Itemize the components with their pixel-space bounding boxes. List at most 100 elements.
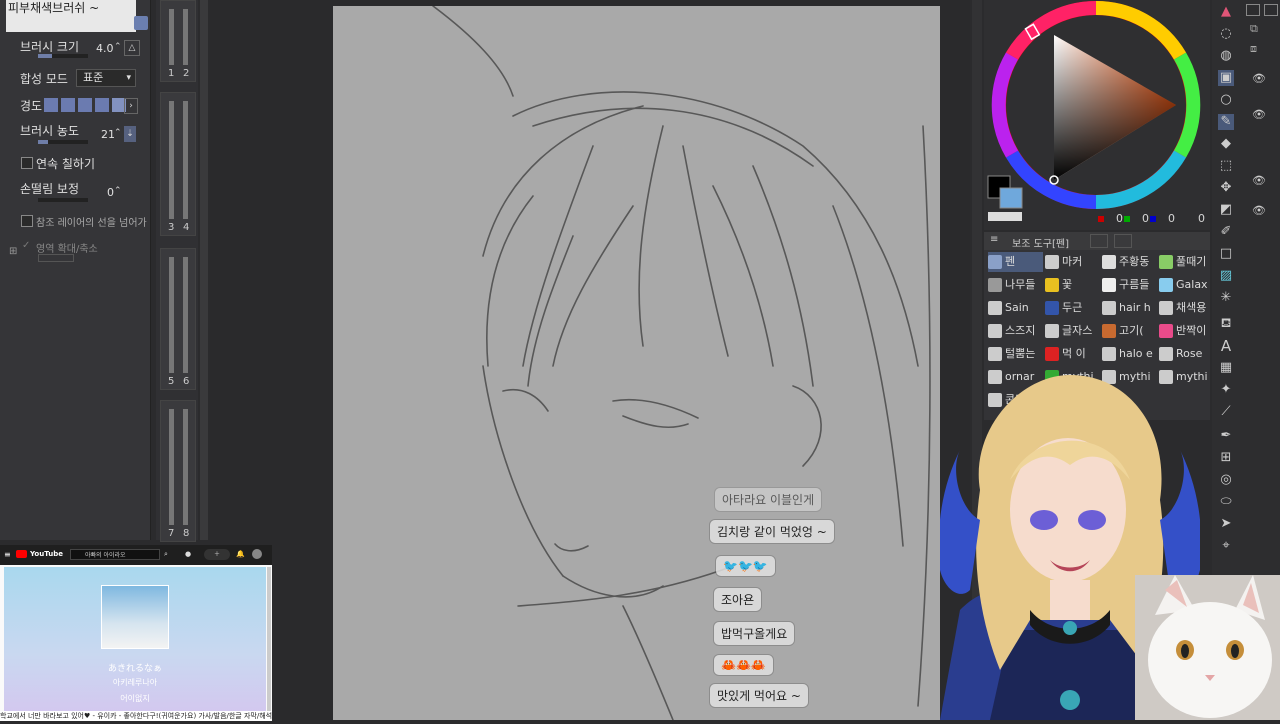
density-spinner-icon[interactable]: ⌃ — [114, 128, 122, 138]
marquee-icon[interactable]: ⬚ — [1218, 158, 1234, 174]
eraser-icon[interactable]: ◆ — [1218, 136, 1234, 152]
image-icon[interactable]: ▨ — [1218, 268, 1234, 284]
ref-layer-checkbox[interactable] — [21, 215, 33, 227]
sub-tool-item[interactable]: 글자스 — [1045, 321, 1100, 341]
sub-tool-item[interactable]: 스즈지 — [988, 321, 1043, 341]
blend-mode-select[interactable]: 표준 ▾ — [76, 69, 136, 87]
sub-tool-item[interactable]: 먹 이 — [1045, 344, 1100, 364]
bucket-icon[interactable]: ▲ — [1218, 4, 1234, 20]
continuous-paint-checkbox[interactable] — [21, 157, 33, 169]
search-icon[interactable]: ⌕ — [164, 550, 168, 559]
sub-tool-item[interactable]: 털뿜는 — [988, 344, 1043, 364]
star-icon[interactable]: ✦ — [1218, 382, 1234, 398]
sub-tool-label: Rose — [1176, 347, 1203, 360]
sub-tool-item[interactable]: 꽃 — [1045, 275, 1100, 295]
canvas-paper[interactable] — [333, 5, 940, 721]
mesh-icon[interactable]: ⊞ — [1218, 450, 1234, 466]
sub-tool-item[interactable]: 두근 — [1045, 298, 1100, 318]
sub-tool-item[interactable]: Galax — [1159, 275, 1214, 295]
layer-option-icon[interactable] — [1246, 4, 1260, 16]
sub-tool-tab[interactable] — [1114, 234, 1132, 248]
sub-tool-item[interactable]: 구름들 — [1102, 275, 1157, 295]
sub-tool-item[interactable]: Rose — [1159, 344, 1214, 364]
sub-tool-item[interactable]: halo e — [1102, 344, 1157, 364]
expand-icon[interactable]: ⊞ — [9, 246, 17, 257]
sub-tool-item[interactable]: 풀때기 — [1159, 252, 1214, 272]
stabilization-spinner-icon[interactable]: ⌃ — [114, 186, 122, 196]
create-button[interactable]: ＋ — [204, 549, 230, 560]
airbrush-icon[interactable]: ⌖ — [1218, 538, 1234, 554]
sub-tool-item[interactable]: 펜 — [988, 252, 1043, 272]
brush-size-cell[interactable]: 3 4 — [160, 92, 196, 236]
eye-icon[interactable]: 👁 — [1252, 204, 1266, 217]
brush-icon[interactable]: ✐ — [1218, 224, 1234, 240]
sub-tool-tab[interactable] — [1090, 234, 1108, 248]
move-icon[interactable]: ✥ — [1218, 180, 1234, 196]
layer-move-icon[interactable]: ▣ — [1218, 70, 1234, 86]
selection-lasso-icon[interactable]: ○ — [1218, 92, 1234, 108]
menu-icon[interactable]: ≡ — [990, 234, 998, 245]
blend-icon[interactable]: ⬭ — [1218, 494, 1234, 510]
layer-option-icon[interactable] — [1264, 4, 1278, 16]
cloud-icon — [1102, 278, 1116, 292]
avatar[interactable] — [252, 549, 262, 559]
sparkle-icon[interactable]: ✳ — [1218, 290, 1234, 306]
globe-icon[interactable]: ◎ — [1218, 472, 1234, 488]
lasso-icon[interactable]: ◌ — [1218, 26, 1234, 42]
sub-tool-item[interactable]: 주황동 — [1102, 252, 1157, 272]
eye-icon[interactable]: 👁 — [1252, 174, 1266, 187]
hardness-option[interactable] — [78, 98, 92, 112]
lock-icon[interactable] — [134, 16, 148, 30]
sub-tool-label: 고기( — [1119, 324, 1144, 337]
sub-tool-item[interactable]: hair h — [1102, 298, 1157, 318]
brush-size-spinner-icon[interactable]: ⌃ — [114, 42, 122, 52]
ruler-icon[interactable]: ⟋ — [1218, 404, 1234, 420]
sub-tool-item[interactable]: 채색용 — [1159, 298, 1214, 318]
sub-tool-item[interactable]: 반짝이 — [1159, 321, 1214, 341]
text-icon[interactable]: A — [1218, 338, 1234, 354]
area-scale-slider[interactable] — [38, 254, 74, 262]
bell-icon[interactable]: 🔔 — [236, 550, 245, 558]
youtube-search-input[interactable]: 아빠의 아이라오 — [70, 549, 160, 560]
youtube-window[interactable]: ≡ YouTube 아빠의 아이라오 ⌕ ● ＋ 🔔 あきれるなぁ 아키레루나아… — [0, 545, 272, 721]
correction-pen-icon[interactable]: ✒ — [1218, 428, 1234, 444]
sub-tool-item[interactable]: 고기( — [1102, 321, 1157, 341]
fill-icon[interactable]: ⛾ — [1218, 316, 1234, 332]
layer-settings-icon[interactable]: ⧈ — [1250, 42, 1257, 56]
arrow-icon[interactable]: ➤ — [1218, 516, 1234, 532]
eye-icon[interactable]: 👁 — [1252, 72, 1266, 85]
new-layer-icon[interactable]: ⧉ — [1250, 22, 1258, 36]
color-wheel[interactable] — [984, 0, 1210, 230]
hardness-selector[interactable] — [44, 98, 126, 112]
stabilization-value[interactable]: 0 — [107, 186, 114, 199]
sub-tool-item[interactable]: 나무들 — [988, 275, 1043, 295]
brush-size-value[interactable]: 4.0 — [96, 42, 114, 55]
brush-size-slider[interactable] — [38, 54, 88, 58]
brush-size-cell[interactable]: 5 6 — [160, 248, 196, 390]
brush-density-value[interactable]: 21 — [101, 128, 115, 141]
hardness-option[interactable] — [95, 98, 109, 112]
brush-size-cell[interactable]: 7 8 — [160, 400, 196, 542]
pressure-settings-icon[interactable]: △ — [124, 40, 140, 56]
stabilization-slider[interactable] — [38, 198, 88, 202]
hardness-option[interactable] — [61, 98, 75, 112]
youtube-scrollbar[interactable] — [267, 567, 271, 712]
sub-tool-item[interactable]: Sain — [988, 298, 1043, 318]
brush-size-cell[interactable]: 1 2 — [160, 0, 196, 82]
sub-tool-header-label[interactable]: 보조 도구[펜] — [1012, 235, 1069, 250]
sub-tool-item[interactable]: 마커 — [1045, 252, 1100, 272]
youtube-video[interactable]: あきれるなぁ 아키레루나아 어이없지 — [4, 567, 266, 712]
tool-panel-scrollbar[interactable] — [200, 0, 208, 540]
menu-icon[interactable]: ≡ — [4, 550, 11, 559]
hardness-option[interactable] — [44, 98, 58, 112]
gradient-icon[interactable]: ◩ — [1218, 202, 1234, 218]
dropper-icon[interactable]: ◍ — [1218, 48, 1234, 64]
mic-icon[interactable]: ● — [185, 550, 191, 558]
chevron-right-icon[interactable]: › — [124, 98, 138, 114]
density-pressure-icon[interactable]: ⇣ — [124, 126, 136, 142]
eye-icon[interactable]: 👁 — [1252, 108, 1266, 121]
frame-icon[interactable]: ▦ — [1218, 360, 1234, 376]
brush-density-slider[interactable] — [38, 140, 88, 144]
rectangle-icon[interactable]: □ — [1218, 246, 1234, 262]
pen-tool-icon[interactable]: ✎ — [1218, 114, 1234, 130]
